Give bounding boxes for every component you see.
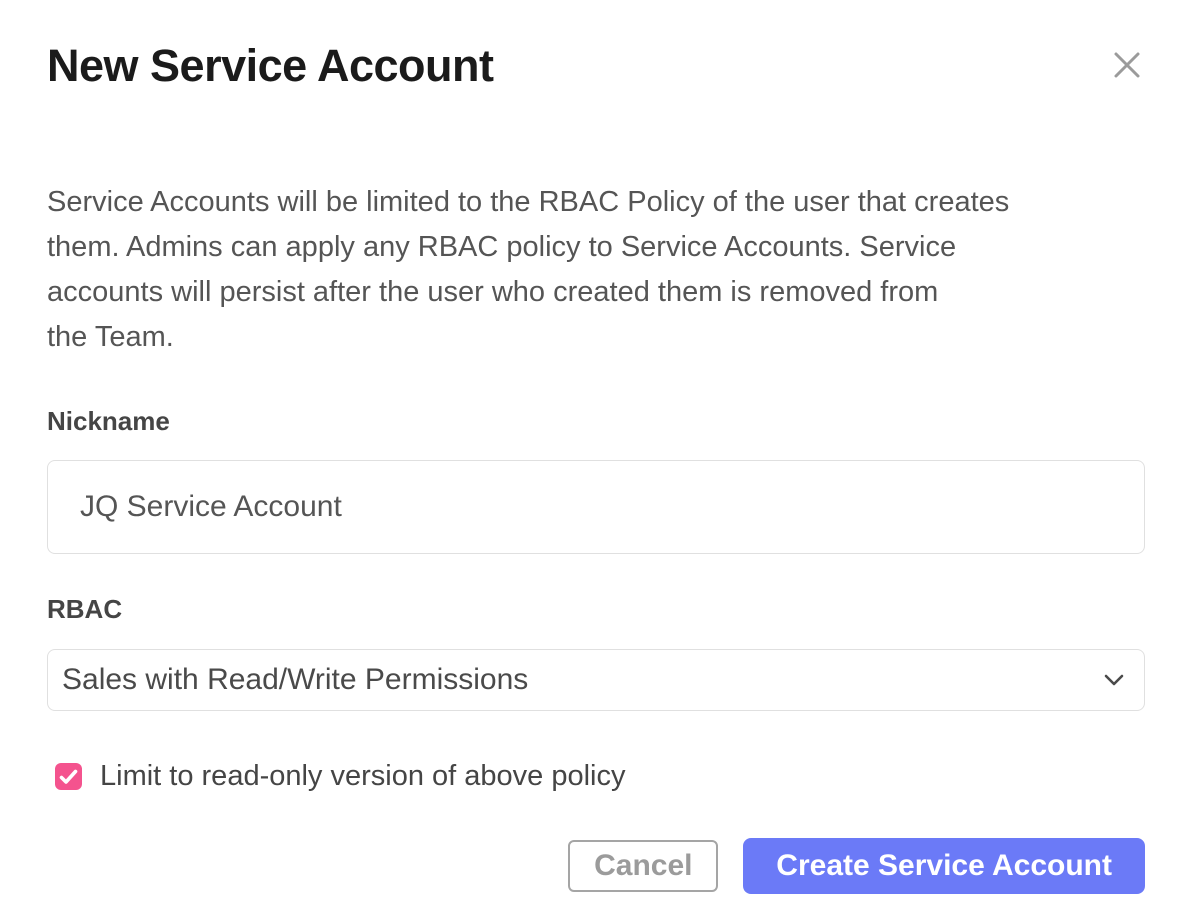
readonly-checkbox-label: Limit to read-only version of above poli… xyxy=(100,760,625,793)
nickname-label: Nickname xyxy=(47,407,1145,435)
modal-header: New Service Account xyxy=(47,0,1145,92)
rbac-label: RBAC xyxy=(47,595,1145,623)
close-button[interactable] xyxy=(1109,48,1145,84)
nickname-input[interactable] xyxy=(47,460,1145,554)
description-line: Service Accounts will be limited to the … xyxy=(47,180,1145,225)
description-line: accounts will persist after the user who… xyxy=(47,270,1145,315)
chevron-down-icon xyxy=(1102,672,1126,688)
readonly-checkbox[interactable] xyxy=(55,763,82,790)
rbac-select[interactable]: Sales with Read/Write Permissions xyxy=(47,649,1145,711)
readonly-checkbox-row[interactable]: Limit to read-only version of above poli… xyxy=(47,760,1145,793)
cancel-button[interactable]: Cancel xyxy=(568,840,718,892)
new-service-account-modal: New Service Account Service Accounts wil… xyxy=(0,0,1190,904)
description-line: them. Admins can apply any RBAC policy t… xyxy=(47,225,1145,270)
create-service-account-button[interactable]: Create Service Account xyxy=(743,838,1145,894)
rbac-selected-value: Sales with Read/Write Permissions xyxy=(62,663,528,697)
modal-description: Service Accounts will be limited to the … xyxy=(47,180,1145,360)
close-icon xyxy=(1112,50,1142,83)
modal-actions: Cancel Create Service Account xyxy=(47,838,1145,894)
page-title: New Service Account xyxy=(47,40,1145,92)
description-line: the Team. xyxy=(47,315,1145,360)
check-icon xyxy=(59,769,78,785)
